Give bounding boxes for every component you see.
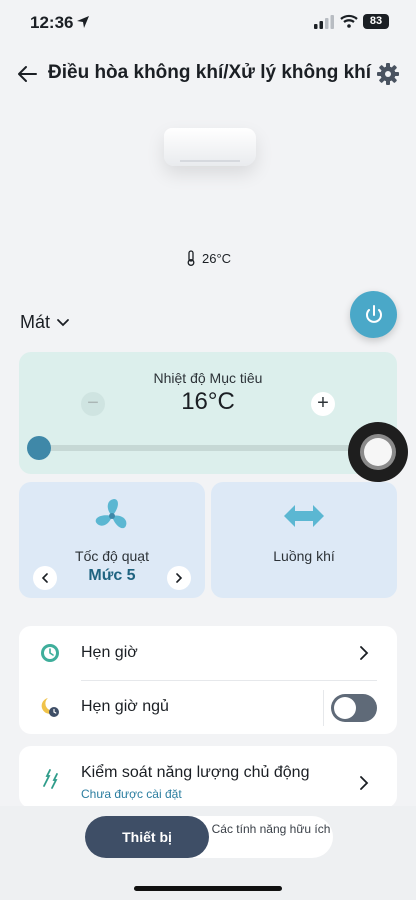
segmented-control: Thiết bị Các tính năng hữu ích [85,816,333,858]
fan-speed-decrease-button[interactable] [33,566,57,590]
device-hero: 26°C [0,96,416,276]
energy-control-card[interactable]: Kiểm soát năng lượng chủ động Chưa được … [19,746,397,808]
target-temperature-label: Nhiệt độ Mục tiêu [153,370,263,386]
fan-speed-card[interactable]: Tốc độ quạt Mức 5 [19,482,205,598]
airflow-card[interactable]: Luồng khí [211,482,397,598]
battery-indicator: 83 [363,14,389,29]
airflow-label: Luồng khí [273,548,335,564]
cellular-signal-icon [314,15,334,29]
chevron-left-icon [41,573,48,583]
timer-label: Hẹn giờ [81,644,138,661]
page-title: Điều hòa không khí/Xử lý không khí [48,62,372,83]
airflow-arrows-icon [284,505,324,527]
chevron-down-icon [57,318,69,326]
fan-icon [95,499,127,529]
gear-icon[interactable] [376,62,400,86]
energy-icon [43,769,58,789]
assistive-touch-inner [364,438,392,466]
energy-control-status: Chưa được cài đặt [81,787,182,801]
sleep-timer-label: Hẹn giờ ngủ [81,698,169,715]
decrease-temperature-button[interactable]: − [81,392,105,416]
status-time: 12:36 [30,13,74,32]
mode-selector[interactable]: Mát [20,312,70,333]
temperature-slider-thumb[interactable] [27,436,51,460]
clock-icon [41,644,59,662]
back-arrow-icon[interactable] [16,62,40,86]
energy-control-label: Kiểm soát năng lượng chủ động [81,764,310,781]
chevron-right-icon [176,573,183,583]
toggle-knob [334,697,356,719]
target-temperature-value: 16°C [181,388,235,415]
timer-row[interactable]: Hẹn giờ [19,626,397,680]
tab-device[interactable]: Thiết bị [85,816,209,858]
mode-label: Mát [20,312,51,332]
tab-useful-features[interactable]: Các tính năng hữu ích [209,822,333,837]
location-arrow-icon [77,16,89,28]
power-icon [365,304,382,323]
wifi-icon [340,14,358,28]
room-temperature: 26°C [186,250,231,266]
fan-speed-label: Tốc độ quạt [75,548,149,564]
toggle-separator [323,690,324,726]
temperature-slider-track[interactable] [39,445,369,451]
sleep-timer-icon [41,698,59,717]
sleep-timer-toggle[interactable] [331,694,377,722]
air-conditioner-vent [180,160,240,162]
bottom-navigation: Thiết bị Các tính năng hữu ích [0,806,416,900]
target-temperature-card: Nhiệt độ Mục tiêu 16°C − + [19,352,397,474]
increase-temperature-button[interactable]: + [311,392,335,416]
assistive-touch-button[interactable] [348,422,408,482]
header: Điều hòa không khí/Xử lý không khí [0,56,416,92]
status-bar: 12:36 83 [0,0,416,46]
timer-settings-card: Hẹn giờ Hẹn giờ ngủ [19,626,397,734]
chevron-right-icon [360,646,369,660]
thermometer-icon [187,250,195,266]
power-button[interactable] [350,291,397,338]
room-temperature-value: 26°C [202,250,232,266]
chevron-right-icon [360,776,369,790]
fan-speed-increase-button[interactable] [167,566,191,590]
home-indicator [134,886,282,891]
